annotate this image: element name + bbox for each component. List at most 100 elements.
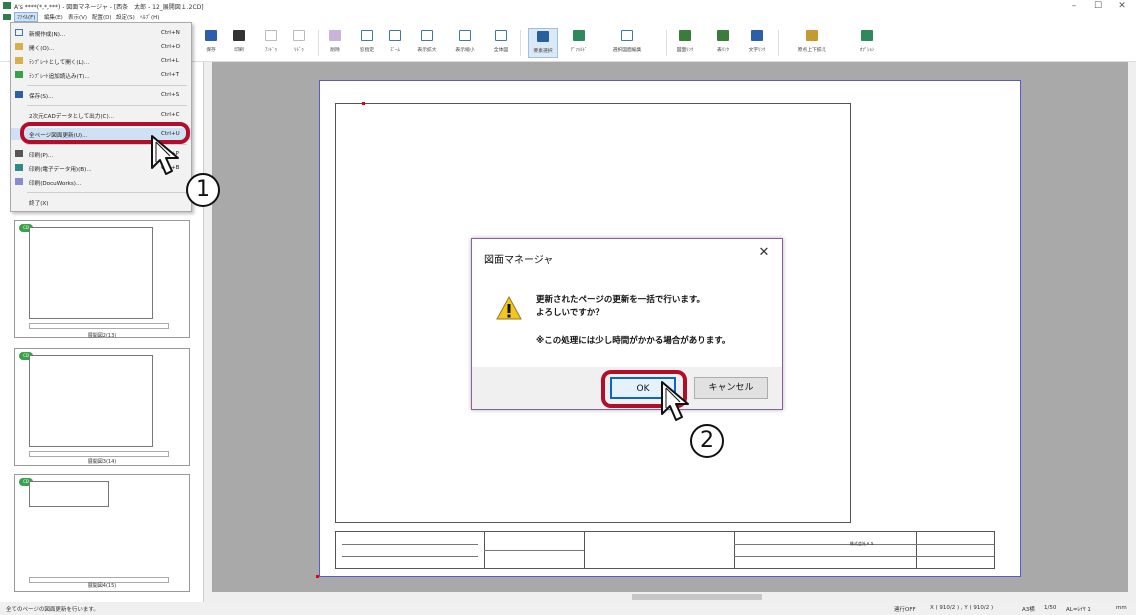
save-icon [15,91,23,98]
thumbnail-caption: 展開図4(15) [87,583,117,589]
drawing-link-button[interactable]: 図面ﾘﾝｸ [670,28,700,58]
dialog-message-line2: よろしいですか？ [536,308,604,318]
status-layer: AL=ﾚｲﾔ 1 [1066,607,1091,613]
title-block: 株式会社ＡＳ [335,531,995,569]
option-button[interactable]: ｵﾌﾟｼｮﾝ [852,28,882,58]
horizontal-scrollbar[interactable] [212,592,1128,602]
thumbnail-titleblock [29,323,169,329]
menu-item-new[interactable]: 新規作成(N)... Ctrl+N [11,27,191,39]
title-block-line [342,556,478,557]
minimize-button[interactable]: – [1064,0,1084,12]
status-paper-size: A3横 [1022,607,1035,613]
menu-item-save[interactable]: 保存(S)... Ctrl+S [11,89,191,101]
save-button[interactable]: 保存 [196,28,226,58]
drawing-link-icon [679,30,691,41]
menu-item-exit[interactable]: 終了(X) [11,196,191,208]
new-file-icon [15,29,23,36]
status-scale: 1/50 [1044,605,1057,611]
thumbnail-frame [29,227,153,319]
dialog-message-line1: 更新されたページの更新を一括で行います。 [536,295,705,305]
thumbnail-titleblock [29,451,169,457]
maximize-button[interactable]: ☐ [1088,0,1108,12]
fit-all-button[interactable]: 全体図 [486,28,516,58]
delete-button[interactable]: 削除 [320,28,350,58]
menu-layout[interactable]: 配置(D) [90,13,114,21]
zoom-out-button[interactable]: 表示縮小 [450,28,480,58]
menu-separator [27,105,187,106]
menu-edit[interactable]: 編集(E) [42,13,65,21]
option-icon [861,30,873,41]
dialog-title: 図面マネージャ [484,255,554,266]
title-block-line [342,544,478,545]
select-icon [537,31,549,42]
menu-bar: ﾌｧｲﾙ(F) 編集(E) 表示(V) 配置(D) 設定(S) ﾍﾙﾌﾟ(H) [0,12,1136,22]
zoom-button[interactable]: ｽﾞｰﾑ [380,28,410,58]
title-bar: A's ****(*,*,***) - 図面マネージャ - [西条 太郎 - 1… [0,0,1136,12]
toolbar-separator [520,30,521,56]
title-block-line [484,550,584,551]
default-icon [573,30,585,41]
thumbnail-scrollbar[interactable] [204,62,212,602]
window-zoom-button[interactable]: 窓指定 [352,28,382,58]
undo-icon [265,30,277,41]
status-message: 全てのページの図面更新を行います。 [6,607,99,613]
step-callout-2: 2 [690,424,724,458]
status-bar: 全てのページの図面更新を行います。 連行OFF X ( 910/2 ) , Y … [0,602,1136,615]
vertical-scrollbar[interactable] [1128,62,1136,602]
horizontal-scroll-thumb[interactable] [632,594,762,600]
title-block-cell [584,532,585,568]
menu-separator [27,192,187,193]
menu-file[interactable]: ﾌｧｲﾙ(F) [14,12,39,22]
dialog-message-note: ※この処理には少し時間がかかる場合があります。 [536,336,731,346]
delete-icon [329,30,341,41]
docuworks-icon [15,178,23,185]
step-callout-1: 1 [186,173,220,207]
edit-drawing-icon [621,30,633,41]
print-icon [15,150,23,157]
menu-item-export-2d-cad[interactable]: 2次元CADデータとして出力(C)... Ctrl+C [11,109,191,121]
template-folder-icon [15,57,23,64]
print-electronic-icon [15,164,23,171]
menu-item-open-template[interactable]: ﾃﾝﾌﾟﾚｰﾄとして開く(L)... Ctrl+L [11,55,191,67]
thumbnail-caption: 展開図2(13) [87,333,117,339]
title-block-line [916,544,994,545]
zoom-icon [389,30,401,41]
title-block-line [734,556,916,557]
text-link-button[interactable]: 文字ﾘﾝｸ [742,28,772,58]
status-mode: 連行OFF [894,607,916,613]
window-title: A's ****(*,*,***) - 図面マネージャ - [西条 太郎 - 1… [14,4,204,11]
undo-button[interactable]: ｱﾝﾄﾞｩ [256,28,286,58]
pointer-cursor-icon [661,381,689,421]
menu-settings[interactable]: 設定(S) [114,13,137,21]
table-link-button[interactable]: 表ﾘﾝｸ [708,28,738,58]
cancel-button[interactable]: キャンセル [694,377,768,399]
toolbar-separator [666,30,667,56]
title-block-line [916,556,994,557]
thumbnail-frame [29,481,109,507]
page-thumbnail[interactable]: CD [14,220,190,338]
title-block-line [734,544,916,545]
default-button[interactable]: ﾃﾞﾌｫﾙﾄﾞ [564,28,594,58]
menu-item-open[interactable]: 開く(O)... Ctrl+O [11,41,191,53]
thumbnail-caption: 展開図3(14) [87,459,117,465]
fit-all-icon [495,30,507,41]
print-icon [233,30,245,41]
edit-drawing-button[interactable]: 選択図面編集 [612,28,642,58]
menu-help[interactable]: ﾍﾙﾌﾟ(H) [138,13,161,21]
page-thumbnail[interactable]: CD [14,348,190,466]
print-button[interactable]: 印刷 [224,28,254,58]
menu-view[interactable]: 表示(V) [66,13,89,21]
page-thumbnail[interactable]: CD [14,474,190,592]
menu-item-add-template[interactable]: ﾃﾝﾌﾟﾚｰﾄ追加読込み(T)... Ctrl+T [11,69,191,81]
menu-separator [27,85,187,86]
app-window: A's ****(*,*,***) - 図面マネージャ - [西条 太郎 - 1… [0,0,1136,615]
select-element-button[interactable]: 要素選択 [528,28,558,58]
align-origin-button[interactable]: 原点上下揃え [790,28,834,58]
dialog-close-button[interactable]: ✕ [756,245,772,261]
zoom-in-button[interactable]: 表示拡大 [412,28,442,58]
redo-button[interactable]: ﾘﾄﾞｩ [284,28,314,58]
zoom-in-icon [421,30,433,41]
close-button[interactable]: ✕ [1112,0,1132,12]
toolbar-separator [778,30,779,56]
align-origin-icon [806,30,818,41]
